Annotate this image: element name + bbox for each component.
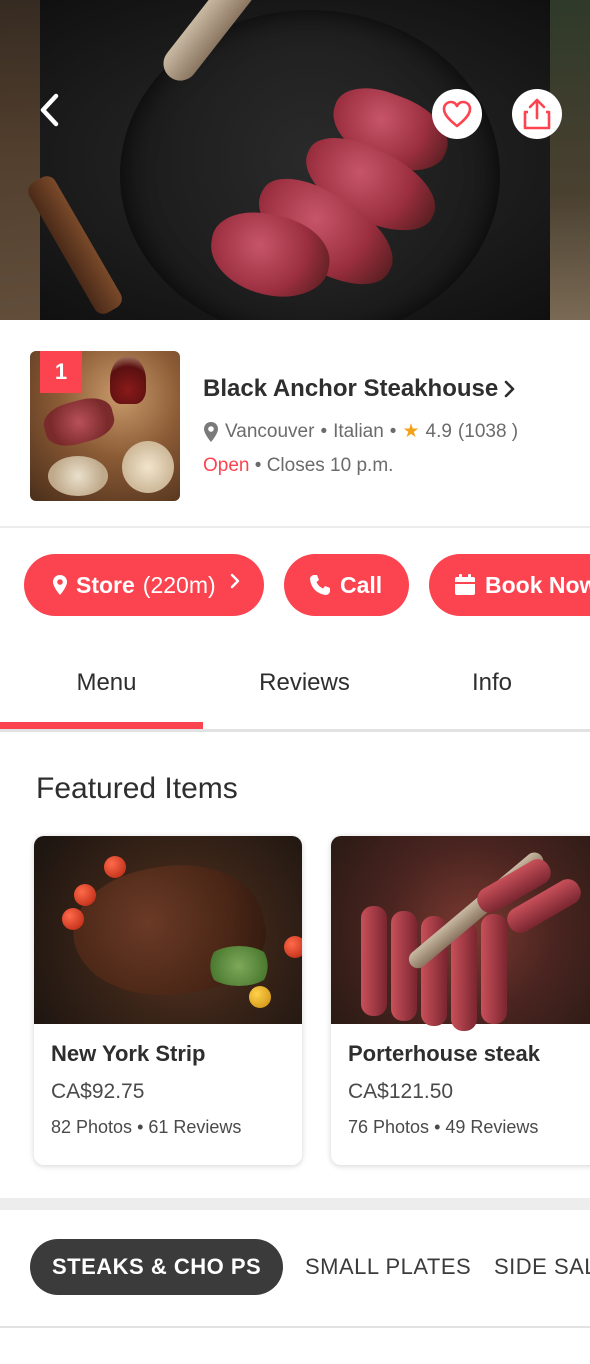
tab-reviews[interactable]: Reviews [213,640,396,726]
item-price: CA$121.50 [348,1080,454,1103]
item-name: Porterhouse steak [348,1041,540,1066]
location-pin-icon [53,575,67,595]
item-price: CA$92.75 [51,1080,145,1103]
store-hours: Open • Closes 10 p.m. [203,455,394,476]
back-button[interactable] [32,92,68,128]
item-photos: 82 Photos [51,1117,133,1137]
phone-icon [310,575,330,595]
store-distance: (220m) [142,571,216,598]
tab-label: Reviews [259,669,350,696]
item-image [331,836,590,1031]
item-reviews: 61 Reviews [148,1117,242,1137]
tab-label: Menu [76,669,137,696]
item-name: New York Strip [51,1041,206,1066]
featured-item-card[interactable]: New York Strip CA$92.75 82 Photos • 61 R… [34,836,302,1165]
tab-info[interactable]: Info [396,640,588,726]
category-chip-steaks-chops[interactable]: STEAKS & CHO PS [30,1239,284,1295]
store-meta: Vancouver • Italian • ★ 4.9 (1038 ) [203,420,518,443]
hero-image [0,0,590,320]
store-review-count: (1038 ) [457,420,519,442]
chevron-right-icon [230,573,239,589]
item-photos: 76 Photos [348,1117,430,1137]
tab-menu[interactable]: Menu [0,640,213,726]
store-cuisine: Italian [333,420,384,442]
item-stats: 82 Photos • 61 Reviews [51,1117,242,1137]
tab-bar: Menu Reviews Info [0,640,590,732]
store-name: Black Anchor Steakhouse [203,375,499,402]
rank-badge: 1 [40,351,82,393]
section-title: Featured Items [36,772,238,805]
favorite-button[interactable] [432,89,482,139]
location-pin-icon [204,421,218,442]
item-image [34,836,302,1024]
share-icon [523,98,551,130]
store-location-button[interactable]: Store (220m) [24,554,264,616]
tab-label: Info [471,669,513,696]
book-button-label: Book Now [485,571,590,598]
chevron-right-icon [504,380,515,398]
heart-icon [442,100,472,128]
menu-category-bar: STEAKS & CHO PS SMALL PLATES SIDE SALA [0,1210,590,1328]
featured-item-card[interactable]: Porterhouse steak CA$121.50 76 Photos • … [331,836,590,1165]
open-status: Open [203,455,250,476]
store-rating: 4.9 [425,420,452,442]
share-button[interactable] [512,89,562,139]
calendar-icon [455,574,475,595]
call-button[interactable]: Call [284,554,409,616]
active-tab-indicator [0,722,203,729]
category-chip-side-salads[interactable]: SIDE SALA [494,1239,590,1295]
store-info: 1 Black Anchor Steakhouse Vancouver • It… [0,320,590,528]
call-button-label: Call [340,571,383,598]
item-reviews: 49 Reviews [445,1117,539,1137]
closing-time: Closes 10 p.m. [266,455,394,476]
store-button-label: Store [76,571,135,598]
action-buttons: Store (220m) Call Book Now [0,548,590,620]
category-chip-small-plates[interactable]: SMALL PLATES [305,1239,471,1295]
book-now-button[interactable]: Book Now [429,554,590,616]
store-city: Vancouver [225,420,315,442]
store-name-link[interactable]: Black Anchor Steakhouse [203,375,516,403]
star-icon: ★ [402,421,420,442]
chevron-left-icon [40,93,59,127]
item-stats: 76 Photos • 49 Reviews [348,1117,539,1137]
section-divider [0,1198,590,1210]
